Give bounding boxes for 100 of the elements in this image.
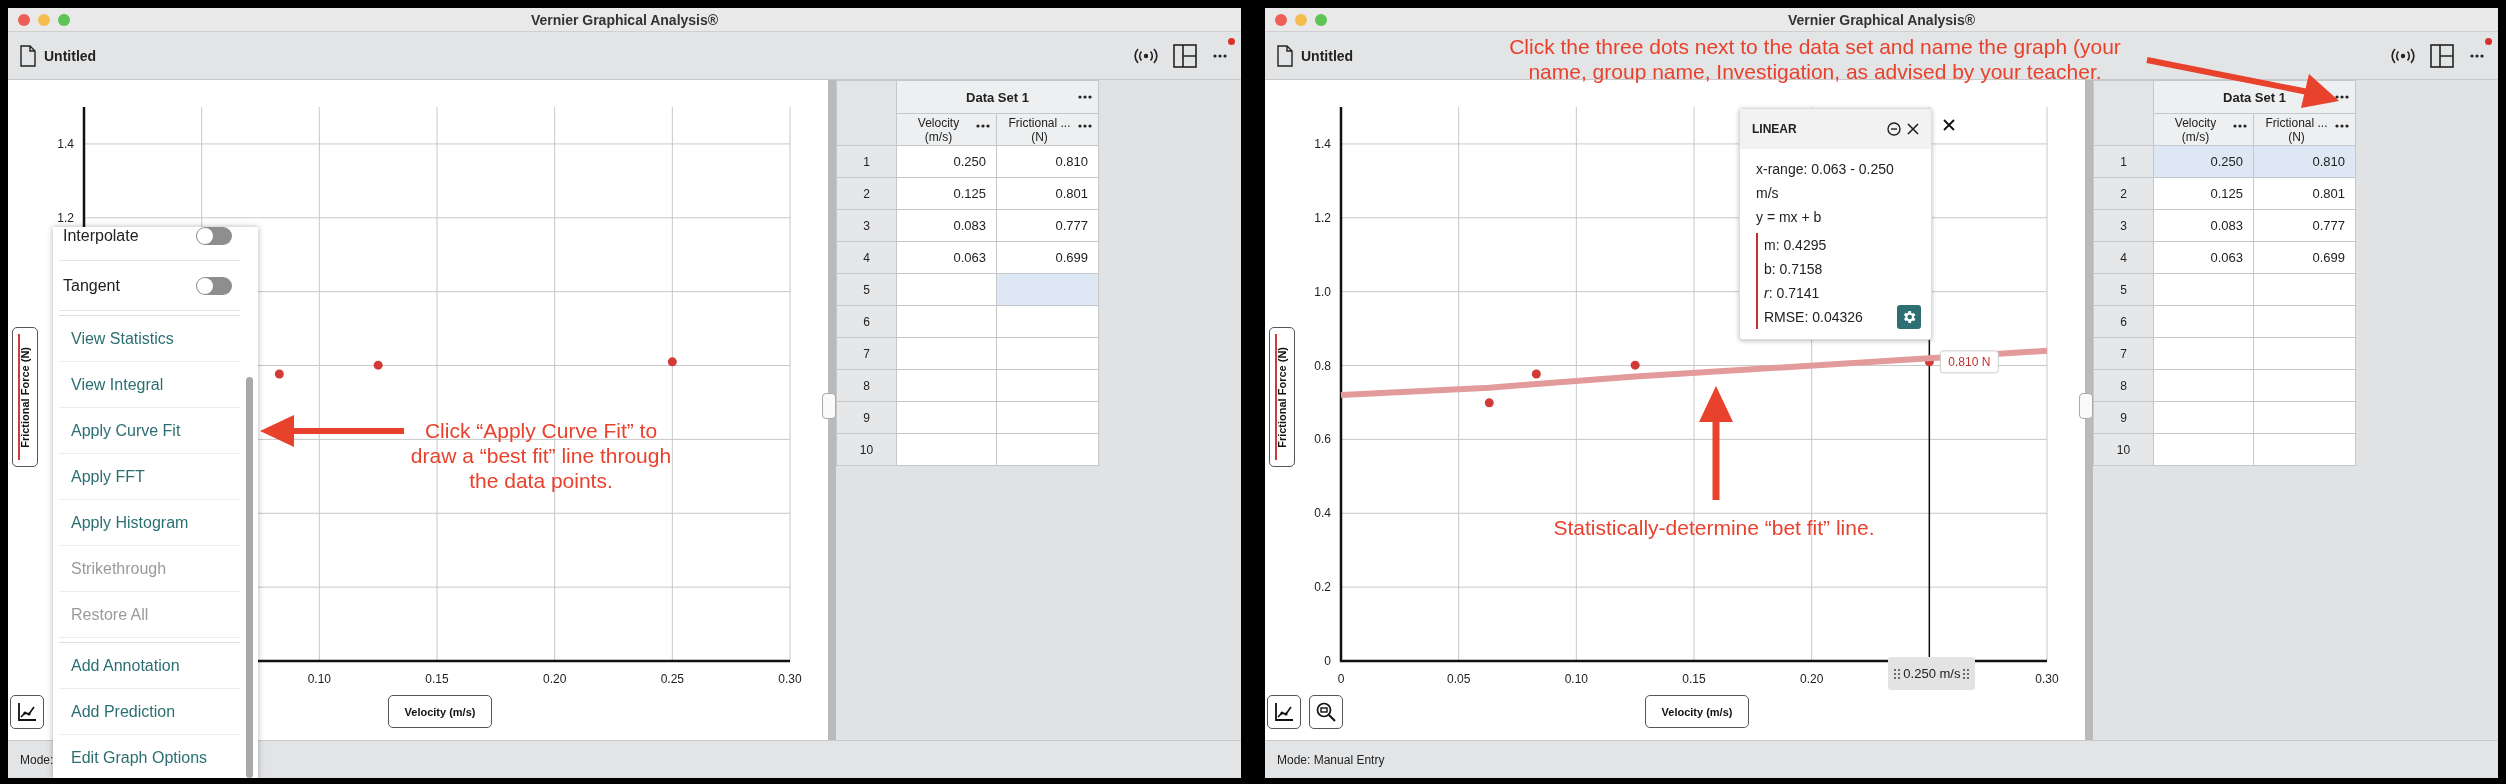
table-cell[interactable]: 0.810: [2253, 145, 2356, 178]
table-cell[interactable]: [896, 305, 997, 338]
tick-label: 0.8: [1314, 358, 1331, 373]
table-cell[interactable]: [2153, 305, 2254, 338]
close-button[interactable]: [1907, 123, 1919, 135]
tick-label: 0.10: [1564, 672, 1588, 686]
table-cell[interactable]: [896, 273, 997, 306]
resize-handle[interactable]: [822, 393, 836, 419]
scrollbar[interactable]: [246, 377, 253, 778]
table-cell[interactable]: 0.250: [2153, 145, 2254, 178]
settings-icon: [1901, 309, 1917, 325]
table-cell[interactable]: [896, 433, 997, 466]
zoom-window-button[interactable]: [1315, 13, 1327, 26]
tick-label: 0.2: [1314, 580, 1331, 595]
table-cell[interactable]: 0.063: [2153, 241, 2254, 274]
table-cell[interactable]: 0.063: [896, 241, 997, 274]
dataset-menu-button[interactable]: [1078, 95, 1092, 99]
graph-tools-button[interactable]: [10, 695, 44, 729]
toggle-switch[interactable]: [196, 227, 232, 245]
minimize-window-button[interactable]: [1295, 13, 1307, 26]
more-icon: [2470, 53, 2484, 58]
minimize-button[interactable]: [1887, 122, 1901, 136]
table-cell[interactable]: 0.083: [2153, 209, 2254, 242]
zoom-window-button[interactable]: [58, 13, 70, 26]
minimize-window-button[interactable]: [38, 13, 50, 26]
x-axis-label-button[interactable]: Velocity (m/s): [388, 695, 492, 728]
table-cell[interactable]: [996, 401, 1099, 434]
layout-button[interactable]: [1173, 43, 1197, 68]
column-menu-button[interactable]: [2335, 124, 2349, 128]
table-cell[interactable]: [996, 337, 1099, 370]
tick-label: 0.05: [1447, 672, 1471, 686]
table-cell[interactable]: [896, 401, 997, 434]
table-cell[interactable]: [896, 369, 997, 402]
dataset-menu-button[interactable]: [2335, 95, 2349, 99]
table-cell[interactable]: [2253, 401, 2356, 434]
row-number: 10: [836, 433, 897, 466]
table-cell[interactable]: [2153, 273, 2254, 306]
table-cell[interactable]: [2253, 433, 2356, 466]
close-button[interactable]: [1943, 119, 1955, 131]
table-cell[interactable]: 0.777: [2253, 209, 2356, 242]
table-cell[interactable]: [996, 369, 1099, 402]
table-cell[interactable]: [2153, 433, 2254, 466]
table-cell[interactable]: [996, 305, 1099, 338]
graph-tools-button[interactable]: [1267, 695, 1301, 729]
cursor-position-handle[interactable]: 0.250 m/s: [1888, 657, 1976, 690]
table-cell[interactable]: 0.250: [896, 145, 997, 178]
sensor-button[interactable]: [2390, 47, 2416, 64]
table-cell[interactable]: 0.777: [996, 209, 1099, 242]
column-menu-button[interactable]: [2233, 124, 2247, 128]
table-cell[interactable]: 0.810: [996, 145, 1099, 178]
tick-label: 1.2: [57, 210, 74, 225]
row-number: 7: [836, 337, 897, 370]
table-cell[interactable]: [996, 433, 1099, 466]
table-cell[interactable]: 0.699: [996, 241, 1099, 274]
resize-handle[interactable]: [2079, 393, 2093, 419]
more-icon: [976, 124, 990, 128]
document-name: Untitled: [44, 47, 97, 64]
table-cell[interactable]: [2153, 337, 2254, 370]
fit-parameter: r: 0.7141: [1764, 284, 1820, 303]
status-text: Mode:: [20, 752, 54, 767]
more-icon: [1213, 53, 1227, 58]
document-icon[interactable]: [20, 44, 36, 67]
table-cell[interactable]: [2253, 337, 2356, 370]
close-window-button[interactable]: [18, 13, 30, 26]
table-cell[interactable]: 0.125: [896, 177, 997, 210]
column-menu-button[interactable]: [976, 124, 990, 128]
row-number: 4: [2093, 241, 2154, 274]
close-icon: [1907, 123, 1919, 135]
table-cell[interactable]: [2253, 305, 2356, 338]
tick-label: 0: [1337, 672, 1345, 686]
fit-settings-button[interactable]: [1897, 305, 1921, 329]
close-window-button[interactable]: [1275, 13, 1287, 26]
column-title: Velocity (m/s): [2174, 115, 2217, 144]
table-cell[interactable]: [2253, 273, 2356, 306]
y-axis-label-button[interactable]: Frictional Force (N): [1269, 327, 1295, 467]
layout-button[interactable]: [2430, 43, 2454, 68]
zoom-button[interactable]: [1309, 695, 1343, 729]
table-cell[interactable]: [2153, 369, 2254, 402]
table-cell[interactable]: [2153, 401, 2254, 434]
layout-icon: [1173, 43, 1197, 68]
table-cell[interactable]: 0.801: [996, 177, 1099, 210]
table-cell[interactable]: [896, 337, 997, 370]
graph-icon: [17, 702, 37, 722]
sensor-button[interactable]: [1133, 47, 1159, 64]
table-cell[interactable]: 0.699: [2253, 241, 2356, 274]
instruction-note: Click “Apply Curve Fit” to draw a “best fit” line through the data points.: [409, 418, 673, 493]
document-icon[interactable]: [1277, 44, 1293, 67]
table-cell[interactable]: [996, 273, 1099, 306]
table-cell[interactable]: [2253, 369, 2356, 402]
table-cell[interactable]: 0.801: [2253, 177, 2356, 210]
data-point: [1484, 398, 1494, 408]
x-axis-label-button[interactable]: Velocity (m/s): [1645, 695, 1749, 728]
column-menu-button[interactable]: [1078, 124, 1092, 128]
document-name: Untitled: [1301, 47, 1354, 64]
table-cell[interactable]: 0.083: [896, 209, 997, 242]
table-cell[interactable]: 0.125: [2153, 177, 2254, 210]
row-number: 4: [836, 241, 897, 274]
toggle-switch[interactable]: [196, 276, 232, 295]
y-axis-label-button[interactable]: Frictional Force (N): [12, 327, 38, 467]
tick-label: 0.20: [543, 672, 567, 686]
